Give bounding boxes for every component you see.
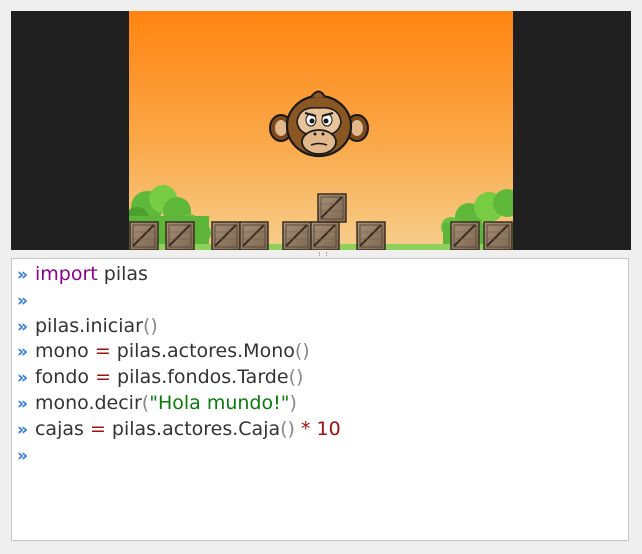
console-prompt: » [17, 368, 28, 389]
box [310, 221, 340, 250]
code-token: () [142, 314, 158, 337]
console-prompt: » [17, 342, 28, 363]
code-token: pilas [97, 263, 148, 285]
code-token: = [89, 417, 106, 440]
console-prompt: » [17, 316, 28, 337]
code-token: "Hola mundo!" [149, 391, 290, 414]
game-panel [11, 11, 631, 250]
box [483, 221, 513, 250]
stage-canvas[interactable] [129, 11, 513, 250]
box [211, 221, 241, 250]
code-token: pilas.iniciar [34, 314, 143, 337]
code-token: fondo [34, 366, 96, 389]
console-line[interactable]: » import pilas [12, 262, 628, 288]
code-token: pilas.actores.Mono [110, 340, 295, 363]
console-line[interactable]: » mono.decir("Hola mundo!") [12, 391, 628, 417]
code-token: = [95, 366, 111, 389]
code-token: pilas.fondos.Tarde [111, 366, 289, 389]
console-line[interactable]: » fondo = pilas.fondos.Tarde() [12, 365, 628, 391]
code-token: * [294, 417, 317, 440]
console-prompt: » [17, 419, 28, 440]
panel-splitter[interactable] [11, 250, 631, 258]
console-line[interactable]: » cajas = pilas.actores.Caja() * 10 [12, 417, 628, 443]
console-line[interactable]: » mono = pilas.actores.Mono() [12, 339, 628, 365]
box [317, 193, 347, 223]
code-token: import [34, 263, 98, 285]
code-token: () [280, 417, 295, 440]
code-token: cajas [34, 417, 90, 440]
box [356, 221, 386, 250]
box [239, 221, 269, 250]
console-prompt: » [17, 393, 28, 414]
console-prompt: » [17, 265, 28, 285]
interactive-console[interactable]: » import pilas»» pilas.iniciar()» mono = pi… [11, 258, 629, 541]
code-token: pilas.actores.Caja [105, 417, 281, 440]
console-prompt: » [17, 445, 28, 466]
code-token: mono [34, 340, 95, 363]
console-prompt: » [17, 290, 28, 311]
box [165, 221, 195, 250]
code-token: = [94, 340, 111, 363]
game-stage[interactable] [129, 11, 513, 250]
code-token: ) [289, 391, 297, 414]
code-token: mono.decir [34, 391, 142, 414]
box [450, 221, 480, 250]
console-line[interactable]: » [12, 443, 628, 469]
box [282, 221, 312, 250]
splitter-grip-icon[interactable] [319, 252, 327, 256]
code-token: 10 [316, 417, 341, 440]
code-token: () [288, 366, 304, 389]
console-line[interactable]: » pilas.iniciar() [12, 314, 628, 340]
box [129, 221, 159, 250]
code-token: () [294, 340, 310, 363]
console-line[interactable]: » [12, 288, 628, 314]
